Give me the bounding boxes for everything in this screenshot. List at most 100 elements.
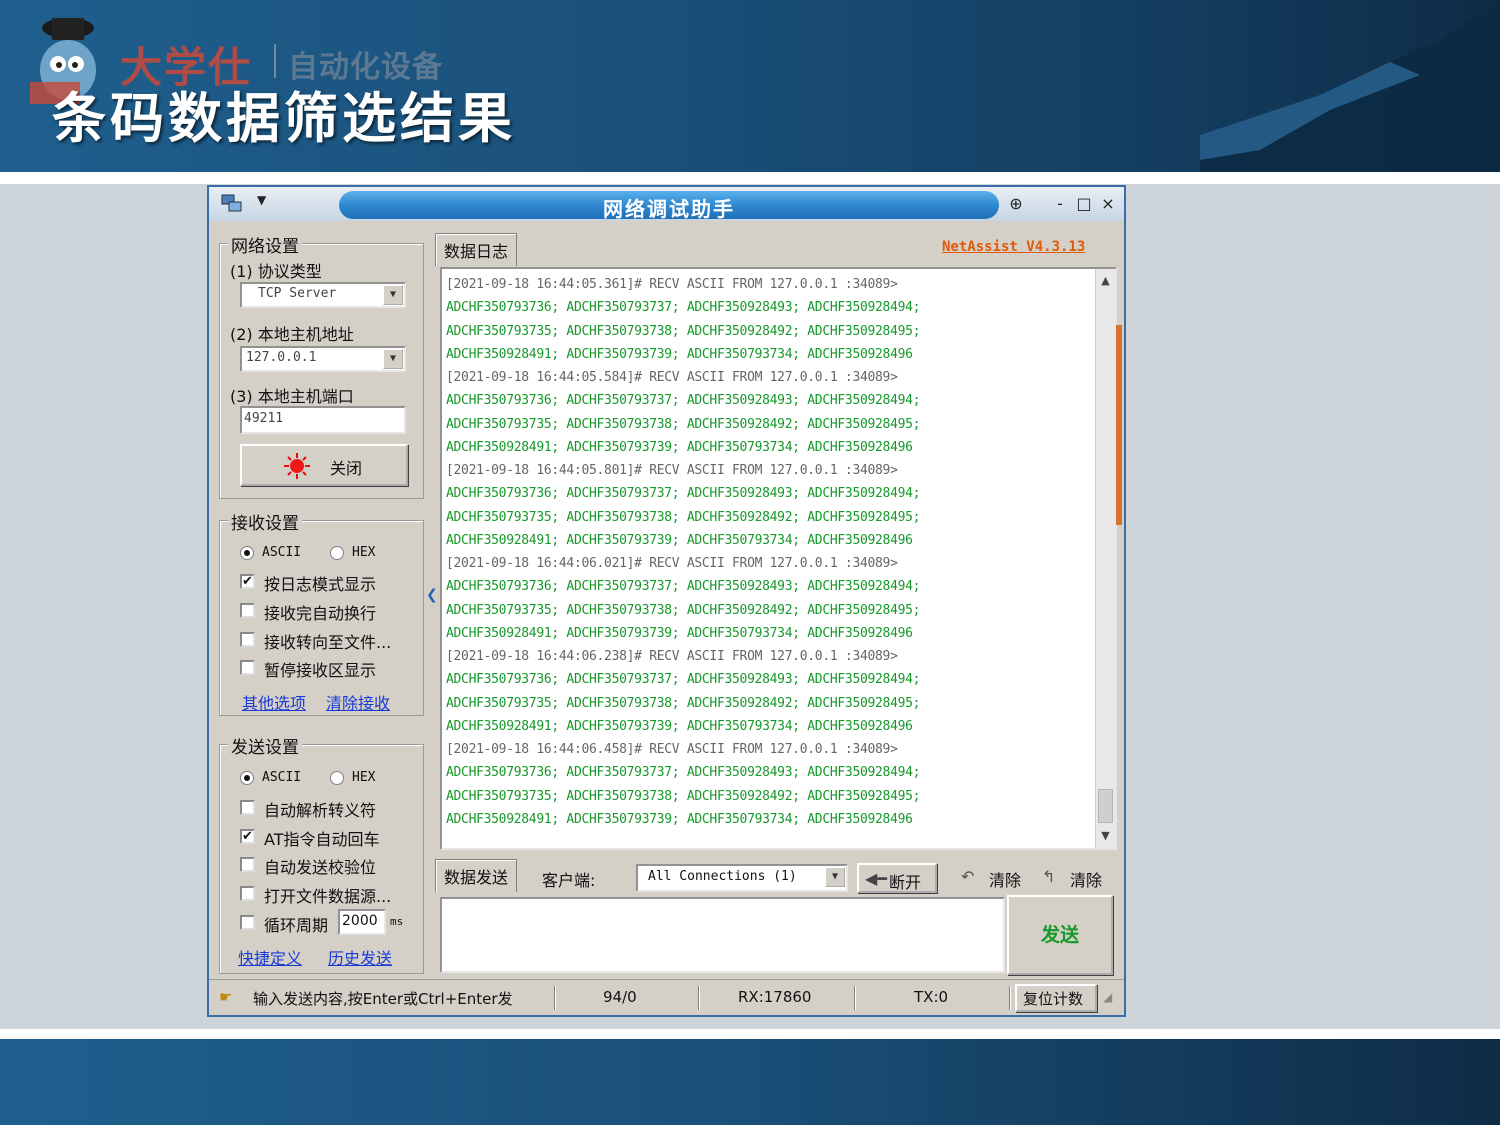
network-settings-group: 网络设置 (1) 协议类型 TCP Server ▼ (2) 本地主机地址 12… — [219, 232, 424, 499]
send-settings-group: 发送设置 ASCII HEX 自动解析转义符 ✔ AT指令自动回车 自动发送校验… — [219, 733, 424, 974]
app-menu-arrow-icon[interactable]: ▼ — [257, 193, 266, 207]
hand-pointer-icon: ☛ — [219, 988, 233, 1006]
port-input[interactable]: 49211 — [240, 406, 406, 434]
shortcut-define-link[interactable]: 快捷定义 — [238, 945, 302, 969]
app-menu-icon[interactable] — [221, 193, 243, 213]
status-separator — [554, 986, 556, 1010]
protocol-select[interactable]: TCP Server ▼ — [240, 282, 406, 308]
pushpin-icon[interactable]: ⊕ — [1005, 193, 1027, 215]
file-source-label: 打开文件数据源... — [264, 887, 392, 906]
log-data-line: ADCHF350793736; ADCHF350793737; ADCHF350… — [446, 393, 921, 409]
log-header-line: [2021-09-18 16:44:05.801]# RECV ASCII FR… — [446, 463, 898, 478]
clear-icon[interactable]: ↶ — [961, 867, 974, 886]
log-data-line: ADCHF350928491; ADCHF350793739; ADCHF350… — [446, 439, 913, 455]
protocol-value: TCP Server — [258, 286, 337, 301]
escape-parse-checkbox[interactable] — [240, 800, 255, 815]
resize-grip-icon[interactable]: ◢ — [1103, 990, 1112, 1004]
pause-display-checkbox[interactable] — [240, 660, 255, 675]
log-header-line: [2021-09-18 16:44:05.584]# RECV ASCII FR… — [446, 370, 898, 385]
clear-send-label[interactable]: 清除 — [989, 867, 1021, 891]
chevron-down-icon[interactable]: ▼ — [825, 867, 845, 887]
log-header-line: [2021-09-18 16:44:06.238]# RECV ASCII FR… — [446, 649, 898, 664]
receive-hex-radio[interactable] — [330, 546, 344, 560]
maximize-icon[interactable]: □ — [1073, 193, 1095, 215]
log-scrollbar[interactable]: ▲ ▼ — [1095, 269, 1115, 848]
left-arrow-icon: ◀━ — [865, 869, 887, 888]
cycle-checkbox[interactable] — [240, 915, 255, 930]
port-label: (3) 本地主机端口 — [230, 387, 354, 406]
log-data-line: ADCHF350793736; ADCHF350793737; ADCHF350… — [446, 300, 921, 316]
reset-counter-button[interactable]: 复位计数 — [1015, 984, 1097, 1012]
log-data-line: ADCHF350928491; ADCHF350793739; ADCHF350… — [446, 811, 913, 827]
clear-receive-link[interactable]: 清除接收 — [326, 690, 390, 714]
scroll-up-icon[interactable]: ▲ — [1096, 271, 1115, 291]
tab-data-send[interactable]: 数据发送 — [435, 859, 518, 892]
close-connection-button[interactable]: 关闭 — [240, 444, 408, 486]
log-data-line: ADCHF350793736; ADCHF350793737; ADCHF350… — [446, 486, 921, 502]
receive-ascii-radio[interactable] — [240, 546, 254, 560]
status-hint: 输入发送内容,按Enter或Ctrl+Enter发 — [253, 990, 513, 1008]
brand-divider — [274, 44, 276, 78]
send-hex-radio[interactable] — [330, 771, 344, 785]
cycle-period-input[interactable]: 2000 — [338, 909, 386, 935]
log-data-line: ADCHF350793735; ADCHF350793738; ADCHF350… — [446, 323, 921, 339]
client-select[interactable]: All Connections (1) ▼ — [636, 864, 848, 892]
host-value: 127.0.0.1 — [246, 350, 317, 365]
status-tx: TX:0 — [914, 988, 949, 1006]
log-lines: [2021-09-18 16:44:05.361]# RECV ASCII FR… — [446, 273, 1086, 831]
send-ascii-radio[interactable] — [240, 771, 254, 785]
red-light-icon — [284, 453, 310, 479]
cycle-label: 循环周期 — [264, 916, 329, 935]
other-options-link[interactable]: 其他选项 — [242, 690, 306, 714]
divider-strip — [0, 172, 1500, 184]
auto-newline-label: 接收完自动换行 — [264, 604, 377, 623]
send-ascii-label: ASCII — [262, 770, 302, 785]
receive-settings-group: 接收设置 ASCII HEX ✔ 按日志模式显示 接收完自动换行 接收转向至文件… — [219, 509, 424, 716]
client-value: All Connections (1) — [648, 869, 797, 884]
slide-header-band: 大学仕 自动化设备 条码数据筛选结果 — [0, 0, 1500, 172]
cycle-unit: ms — [390, 915, 404, 928]
checksum-checkbox[interactable] — [240, 857, 255, 872]
at-auto-return-checkbox[interactable]: ✔ — [240, 829, 255, 844]
log-header-line: [2021-09-18 16:44:05.361]# RECV ASCII FR… — [446, 277, 898, 292]
checksum-label: 自动发送校验位 — [264, 858, 377, 877]
title-bar[interactable]: ▼ 网络调试助手 ⊕ - □ × — [209, 187, 1124, 221]
tab-data-log[interactable]: 数据日志 — [435, 233, 518, 266]
chevron-down-icon[interactable]: ▼ — [383, 285, 403, 305]
slide-title: 条码数据筛选结果 — [52, 86, 516, 150]
clear-all-label[interactable]: 清除 — [1070, 867, 1102, 891]
collapse-panel-icon[interactable]: ❮ — [426, 587, 438, 617]
status-rx: RX:17860 — [738, 988, 812, 1006]
escape-parse-label: 自动解析转义符 — [264, 801, 377, 820]
disconnect-label: 断开 — [889, 873, 922, 892]
send-button[interactable]: 发送 — [1007, 895, 1113, 975]
chevron-down-icon[interactable]: ▼ — [383, 349, 403, 369]
log-data-line: ADCHF350793735; ADCHF350793738; ADCHF350… — [446, 788, 921, 804]
send-input[interactable] — [440, 897, 1005, 973]
log-header-line: [2021-09-18 16:44:06.021]# RECV ASCII FR… — [446, 556, 898, 571]
scroll-thumb[interactable] — [1098, 789, 1113, 823]
status-bar: ☛ 输入发送内容,按Enter或Ctrl+Enter发 94/0 RX:1786… — [209, 979, 1124, 1015]
log-mode-checkbox[interactable]: ✔ — [240, 574, 255, 589]
host-select[interactable]: 127.0.0.1 ▼ — [240, 346, 406, 372]
redirect-file-checkbox[interactable] — [240, 632, 255, 647]
log-data-line: ADCHF350928491; ADCHF350793739; ADCHF350… — [446, 625, 913, 641]
auto-newline-checkbox[interactable] — [240, 603, 255, 618]
send-settings-title: 发送设置 — [228, 733, 302, 758]
file-source-checkbox[interactable] — [240, 886, 255, 901]
close-icon[interactable]: × — [1097, 193, 1119, 215]
disconnect-button[interactable]: ◀━ 断开 — [857, 863, 937, 893]
version-link[interactable]: NetAssist V4.3.13 — [942, 239, 1085, 255]
log-data-line: ADCHF350793736; ADCHF350793737; ADCHF350… — [446, 579, 921, 595]
clear-icon[interactable]: ↰ — [1042, 867, 1055, 886]
slide-footer-band — [0, 1039, 1500, 1125]
scroll-down-icon[interactable]: ▼ — [1096, 826, 1115, 846]
close-button-label: 关闭 — [330, 459, 363, 478]
send-hex-label: HEX — [352, 770, 376, 785]
status-counter: 94/0 — [603, 988, 637, 1006]
log-data-line: ADCHF350793736; ADCHF350793737; ADCHF350… — [446, 672, 921, 688]
send-history-link[interactable]: 历史发送 — [328, 945, 392, 969]
pause-display-label: 暂停接收区显示 — [264, 661, 377, 680]
minimize-icon[interactable]: - — [1049, 193, 1071, 215]
data-log-area[interactable]: [2021-09-18 16:44:05.361]# RECV ASCII FR… — [440, 267, 1117, 850]
